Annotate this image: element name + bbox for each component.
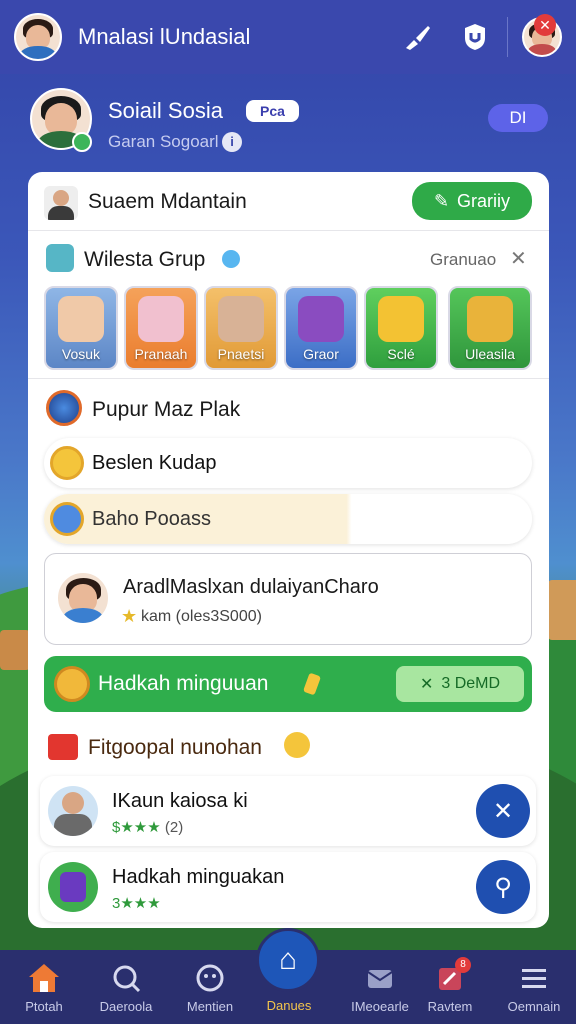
- recommendation-title: AradlMaslxan dulaiyanCharo: [123, 576, 379, 598]
- sparkle-icon: [284, 732, 310, 758]
- item-rating: $★★★ (2): [112, 818, 183, 836]
- group-tile[interactable]: Graor: [284, 286, 358, 370]
- shuffle-icon: ✕: [492, 797, 514, 825]
- nav-item-home[interactable]: Ptotah: [2, 950, 86, 1024]
- search-icon: ⚲: [494, 873, 512, 901]
- group-tile[interactable]: Pnaetsi: [204, 286, 278, 370]
- divider: [507, 17, 508, 57]
- group-tile[interactable]: Uleasila: [448, 286, 532, 370]
- gift-icon: [48, 734, 78, 760]
- person-icon: [44, 186, 78, 220]
- group-tile[interactable]: Sclé: [364, 286, 438, 370]
- user-avatar[interactable]: [14, 13, 62, 61]
- recommendation-card[interactable]: AradlMaslxan dulaiyanCharo ★ kam (oles3S…: [44, 553, 532, 645]
- card-title: Suaem Mdantain: [88, 190, 247, 213]
- top-bar: Mnalasi lUndasial ✕: [0, 0, 576, 74]
- coin-icon: [54, 666, 90, 702]
- nav-item-search[interactable]: Daeroola: [84, 950, 168, 1024]
- edit-icon: 8: [433, 956, 471, 995]
- profile-badge: Pca: [246, 100, 299, 122]
- main-card: Suaem Mdantain ✎ Grariiy Wilesta Grup Gr…: [28, 172, 549, 928]
- section-title: Fitgoopal nunohan: [88, 736, 262, 759]
- avatar: [48, 862, 98, 912]
- nav-item-menu[interactable]: Oemnain: [492, 950, 576, 1024]
- verified-icon: [72, 132, 92, 152]
- list-item[interactable]: Hadkah minguakan 3★★★ ⚲: [40, 852, 536, 922]
- gold-bar-icon: [302, 672, 322, 696]
- list-item[interactable]: Baho Pooass: [44, 494, 532, 544]
- profile-subtitle: Garan Sogoarl: [108, 132, 219, 151]
- face-icon: [193, 961, 227, 995]
- gravity-button[interactable]: ✎ Grariiy: [412, 182, 532, 220]
- notification-badge: 8: [455, 956, 471, 973]
- rating-stars: $★★★: [112, 819, 161, 836]
- coin-icon: [50, 502, 84, 536]
- group-icon: [46, 244, 74, 272]
- list-item[interactable]: IKaun kaiosa ki $★★★ (2) ✕: [40, 776, 536, 846]
- coin-icon: [50, 446, 84, 480]
- mail-icon: [363, 961, 397, 995]
- search-icon: [109, 961, 143, 995]
- close-icon[interactable]: ✕: [510, 246, 527, 271]
- recommendation-sub: kam (oles3S000): [141, 608, 262, 625]
- di-button[interactable]: DI: [488, 104, 548, 132]
- profile-header: Soiail Sosia Pca Garan Sogoarl i DI: [30, 88, 550, 160]
- menu-icon: [517, 961, 551, 995]
- group-tile[interactable]: Vosuk: [44, 286, 118, 370]
- promo-banner[interactable]: Hadkah minguuan ✕ 3 DeMD: [44, 656, 532, 712]
- home-icon: [27, 961, 61, 995]
- center-action-button[interactable]: ⌂: [256, 928, 320, 992]
- item-title: IKaun kaiosa ki: [112, 790, 248, 812]
- star-icon: ★: [121, 606, 138, 626]
- item-title: Hadkah minguakan: [112, 866, 285, 888]
- banner-title: Hadkah minguuan: [98, 672, 269, 695]
- demo-button[interactable]: ✕ 3 DeMD: [396, 666, 524, 702]
- center-action-label: Danues: [266, 998, 312, 1013]
- avatar: [57, 572, 109, 624]
- item-rating: 3★★★: [112, 894, 161, 912]
- search-button[interactable]: ⚲: [476, 860, 530, 914]
- rating-count: (2): [164, 819, 184, 836]
- close-icon: ✕: [419, 676, 434, 693]
- shield-icon[interactable]: [457, 19, 493, 55]
- group-action[interactable]: Granuao: [430, 250, 496, 270]
- app-title: Mnalasi lUndasial: [78, 24, 251, 49]
- brush-icon[interactable]: [399, 19, 435, 55]
- close-icon[interactable]: ✕: [534, 14, 556, 36]
- house-icon: ⌂: [278, 943, 298, 976]
- nav-item-reviews[interactable]: 8 Ravtem: [408, 950, 492, 1024]
- rating-stars: 3★★★: [112, 895, 161, 912]
- avatar: [48, 786, 98, 836]
- gravity-button-label: Grariiy: [457, 190, 511, 211]
- info-icon[interactable]: i: [222, 132, 242, 152]
- demo-button-label: 3 DeMD: [441, 675, 501, 692]
- profile-name: Soiail Sosia: [108, 98, 223, 123]
- gem-icon: [222, 250, 240, 268]
- list-item[interactable]: Beslen Kudap: [44, 438, 532, 488]
- globe-icon: [46, 390, 82, 426]
- pencil-icon: ✎: [433, 190, 450, 211]
- group-title: Wilesta Grup: [84, 248, 206, 271]
- section-title: Pupur Maz Plak: [92, 398, 241, 421]
- group-tile[interactable]: Pranaah: [124, 286, 198, 370]
- nav-item-mentions[interactable]: Mentien: [168, 950, 252, 1024]
- shuffle-button[interactable]: ✕: [476, 784, 530, 838]
